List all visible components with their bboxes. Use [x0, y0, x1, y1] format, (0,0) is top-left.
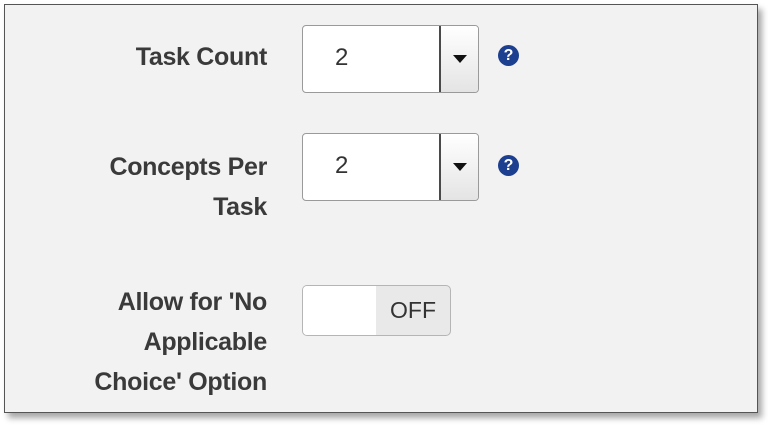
task-count-label-text: Task Count — [135, 43, 268, 71]
concepts-per-task-select[interactable]: 2 — [302, 133, 479, 201]
task-count-label: Task Count — [135, 37, 268, 77]
task-count-dropdown-button[interactable] — [439, 26, 478, 92]
toggle-knob[interactable] — [303, 286, 376, 335]
concepts-per-task-help-icon[interactable]: ? — [498, 155, 519, 176]
no-applicable-choice-label: Allow for 'No Applicable Choice' Option — [94, 282, 267, 402]
no-applicable-choice-label-line2: Applicable — [143, 328, 268, 356]
chevron-down-icon — [453, 163, 467, 171]
task-count-help-icon[interactable]: ? — [498, 45, 519, 66]
no-applicable-choice-toggle[interactable]: OFF — [302, 285, 451, 336]
settings-panel: Task Count 2 ? Concepts Per Task 2 ? All… — [4, 4, 758, 413]
no-applicable-choice-label-line1: Allow for 'No — [117, 288, 268, 316]
concepts-per-task-label-line1: Concepts Per — [109, 153, 267, 181]
concepts-per-task-value: 2 — [335, 152, 349, 179]
task-count-value: 2 — [335, 44, 349, 71]
concepts-per-task-label: Concepts Per Task — [109, 147, 267, 227]
toggle-state-label: OFF — [390, 297, 436, 323]
task-count-select[interactable]: 2 — [302, 25, 479, 93]
concepts-per-task-dropdown-button[interactable] — [439, 134, 478, 200]
no-applicable-choice-label-line3: Choice' Option — [94, 368, 267, 396]
concepts-per-task-label-line2: Task — [213, 193, 267, 221]
chevron-down-icon — [453, 55, 467, 63]
